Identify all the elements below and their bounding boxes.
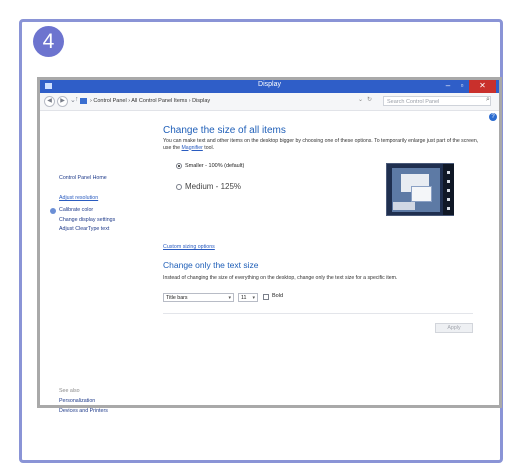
divider [163,313,473,314]
page-title: Change the size of all items [163,125,286,136]
preview-charm [447,171,450,174]
breadcrumb[interactable]: › Control Panel › All Control Panel Item… [80,96,312,107]
sidebar-item-calibrate-color[interactable]: Calibrate color [59,207,93,213]
main-content: Change the size of all items You can mak… [163,111,493,405]
sidebar-item-change-display-settings[interactable]: Change display settings [59,217,115,223]
magnifier-link[interactable]: Magnifier [181,145,202,151]
size-description-end: tool. [204,144,215,151]
option-medium[interactable]: Medium - 125% [176,182,241,191]
radio-medium[interactable] [176,183,182,190]
item-select[interactable]: Title bars ▾ [163,293,234,302]
screenshot-frame: Display – ▫ ✕ ◀ ▶ ⌄ ↑ › Control Panel › … [37,77,502,414]
size-select-value: 11 [241,295,247,301]
preview-charm [447,198,450,201]
breadcrumb-path: › Control Panel › All Control Panel Item… [90,98,211,104]
preview-dialog [411,186,432,202]
window-title: Display [258,81,281,88]
radio-smaller[interactable] [176,163,182,169]
preview-charm [447,207,450,210]
step-number-badge: 4 [33,26,64,57]
display-preview-image [386,163,454,216]
preview-charm [447,189,450,192]
sidebar-item-personalization[interactable]: Personalization [59,398,95,404]
search-icon[interactable]: ⌕ [486,96,490,104]
option-smaller[interactable]: Smaller - 100% (default) [176,163,244,169]
chevron-down-icon: ▾ [228,295,231,301]
control-panel-home-link[interactable]: Control Panel Home [59,175,107,181]
see-also-label: See also [59,388,80,394]
title-bar: Display – ▫ ✕ [40,80,499,93]
search-input[interactable]: Search Control Panel [383,96,491,106]
bold-label: Bold [272,293,284,299]
preview-charm [447,180,450,183]
minimize-button[interactable]: – [441,80,455,93]
size-select[interactable]: 11 ▾ [238,293,258,302]
preview-taskbar-tile [393,202,415,210]
custom-sizing-link[interactable]: Custom sizing options [163,244,215,250]
apply-button[interactable]: Apply [435,323,473,333]
sidebar-item-devices-and-printers[interactable]: Devices and Printers [59,408,108,414]
chevron-down-icon: ▾ [252,295,255,301]
refresh-icon[interactable]: ↻ [367,96,372,103]
size-description: You can make text and other items on the… [163,138,483,151]
maximize-button[interactable]: ▫ [455,80,469,93]
text-size-description: Instead of changing the size of everythi… [163,275,398,281]
forward-button[interactable]: ▶ [57,96,68,107]
up-arrow-icon[interactable]: ↑ [75,96,79,103]
close-button[interactable]: ✕ [469,80,496,93]
bold-checkbox[interactable] [263,294,269,300]
option-smaller-label: Smaller - 100% (default) [185,163,245,169]
sidebar-item-adjust-resolution[interactable]: Adjust resolution [59,195,98,201]
back-button[interactable]: ◀ [44,96,55,107]
control-panel-icon [80,97,87,104]
address-bar: ◀ ▶ ⌄ ↑ › Control Panel › All Control Pa… [40,93,499,111]
calibrate-color-icon [50,208,56,214]
address-dropdown-chevron-icon[interactable]: ⌄ [358,96,363,103]
left-pane: Control Panel Home Adjust resolution Cal… [40,111,147,414]
sidebar-item-adjust-cleartype[interactable]: Adjust ClearType text [59,226,109,232]
display-window: Display – ▫ ✕ ◀ ▶ ⌄ ↑ › Control Panel › … [40,80,499,414]
item-select-value: Title bars [166,295,188,301]
option-medium-label: Medium - 125% [185,182,242,191]
text-size-heading: Change only the text size [163,260,259,270]
